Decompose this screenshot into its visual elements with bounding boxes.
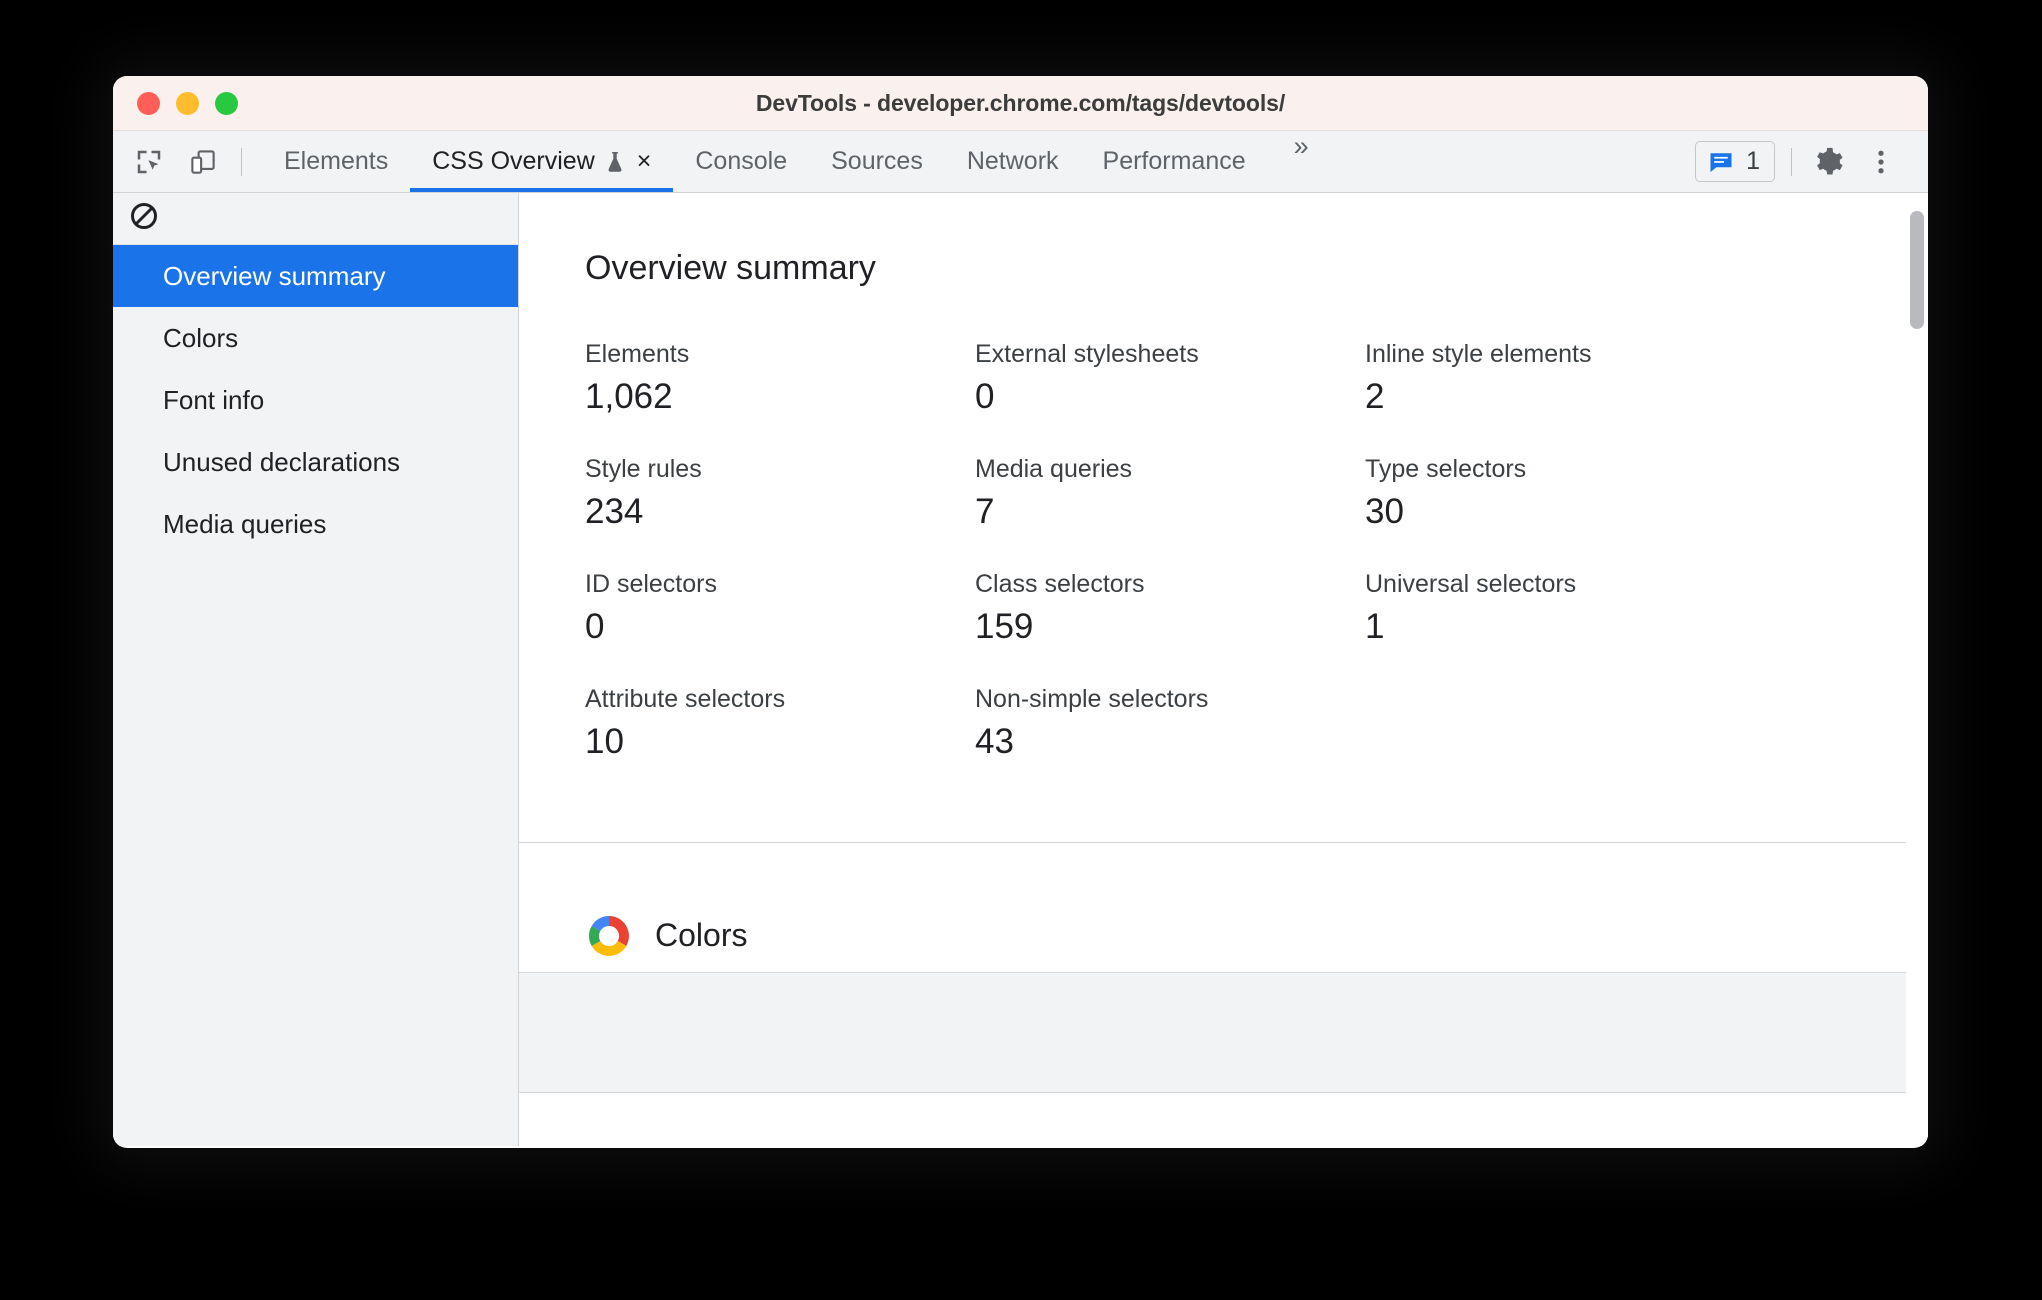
sidebar-item-label: Media queries [163, 508, 327, 539]
sidebar-item-unused-declarations[interactable]: Unused declarations [113, 431, 518, 493]
more-tabs-button[interactable]: » [1268, 131, 1332, 192]
issues-count: 1 [1746, 147, 1760, 175]
sidebar-item-label: Font info [163, 384, 265, 415]
stat-label: Style rules [585, 455, 702, 483]
tab-label: Performance [1102, 147, 1246, 175]
stat-label: Attribute selectors [585, 685, 786, 713]
sidebar-item-label: Overview summary [163, 260, 386, 291]
stat-label: Inline style elements [1365, 340, 1592, 368]
toolbar-icons [127, 131, 262, 192]
color-wheel-icon [589, 915, 629, 956]
devtools-window: DevTools - developer.chrome.com/tags/dev… [113, 76, 1928, 1148]
stat-label: ID selectors [585, 570, 717, 598]
stat-value: 7 [975, 492, 995, 531]
settings-button[interactable] [1802, 137, 1852, 187]
devtools-tabbar: Elements CSS Overview × Console Sources [113, 131, 1928, 193]
issues-badge[interactable]: 1 [1695, 141, 1775, 182]
issues-message-icon [1710, 152, 1732, 172]
sidebar-item-overview-summary[interactable]: Overview summary [113, 245, 518, 307]
tabbar-right-controls: 1 [1695, 131, 1928, 192]
tab-label: Console [695, 147, 788, 175]
scrollbar-thumb[interactable] [1910, 211, 1924, 329]
stat-value: 43 [975, 722, 1014, 761]
tab-label: Sources [831, 147, 923, 175]
stat-label: Media queries [975, 455, 1133, 483]
stat-value: 159 [975, 607, 1034, 646]
main-menu-button[interactable] [1856, 137, 1906, 187]
tab-sources[interactable]: Sources [809, 131, 945, 192]
css-overview-content: Overview summary Elements 1,062 External… [519, 193, 1928, 1146]
stat-label: Elements [585, 340, 690, 368]
overview-summary-panel: Overview summary Elements 1,062 External… [519, 193, 1928, 843]
stat-value: 30 [1365, 492, 1404, 531]
stat-class-selectors: Class selectors 159 [975, 570, 1365, 647]
stat-label: Non-simple selectors [975, 685, 1209, 713]
experiment-flask-icon [604, 150, 626, 174]
devtools-body: Overview summary Colors Font info Unused… [113, 193, 1928, 1146]
tab-elements[interactable]: Elements [262, 131, 410, 192]
sidebar-list: Overview summary Colors Font info Unused… [113, 245, 518, 555]
stat-value: 0 [975, 377, 995, 416]
stat-value: 0 [585, 607, 605, 646]
stat-style-rules: Style rules 234 [585, 455, 975, 532]
tab-label: CSS Overview [432, 147, 595, 175]
stat-value: 1,062 [585, 377, 673, 416]
stat-elements: Elements 1,062 [585, 340, 975, 417]
stat-value: 234 [585, 492, 644, 531]
stat-label: Class selectors [975, 570, 1145, 598]
next-section-placeholder [519, 973, 1928, 1093]
inspect-element-icon [137, 150, 161, 173]
stat-label: External stylesheets [975, 340, 1199, 368]
stat-attribute-selectors: Attribute selectors 10 [585, 685, 975, 762]
sidebar-item-label: Colors [163, 322, 239, 353]
close-tab-button[interactable]: × [637, 149, 652, 174]
stat-id-selectors: ID selectors 0 [585, 570, 975, 647]
tab-label: Network [966, 147, 1059, 175]
sidebar-item-label: Unused declarations [163, 446, 401, 477]
tab-network[interactable]: Network [945, 131, 1081, 192]
tab-label: Elements [284, 147, 389, 175]
gear-icon [1817, 147, 1843, 174]
tab-console[interactable]: Console [673, 131, 809, 192]
inspect-element-button[interactable] [127, 140, 171, 184]
stat-media-queries: Media queries 7 [975, 455, 1365, 532]
tabbar-divider [1791, 147, 1792, 176]
css-overview-sidebar: Overview summary Colors Font info Unused… [113, 193, 519, 1146]
window-titlebar: DevTools - developer.chrome.com/tags/dev… [113, 76, 1928, 131]
window-title: DevTools - developer.chrome.com/tags/dev… [755, 89, 1286, 116]
sidebar-item-font-info[interactable]: Font info [113, 369, 518, 431]
stat-type-selectors: Type selectors 30 [1365, 455, 1755, 532]
tab-css-overview[interactable]: CSS Overview × [410, 131, 674, 192]
colors-section-title: Colors [655, 917, 748, 953]
stat-label: Universal selectors [1365, 570, 1577, 598]
device-toolbar-icon [191, 149, 215, 174]
stat-universal-selectors: Universal selectors 1 [1365, 570, 1755, 647]
kebab-menu-icon [1878, 150, 1884, 173]
panel-tabs: Elements CSS Overview × Console Sources [262, 131, 1332, 192]
summary-stats-grid: Elements 1,062 External stylesheets 0 In… [585, 340, 1928, 762]
sidebar-item-media-queries[interactable]: Media queries [113, 493, 518, 555]
content-scrollbar[interactable] [1906, 193, 1928, 1146]
sidebar-item-colors[interactable]: Colors [113, 307, 518, 369]
sidebar-toolbar [113, 193, 518, 245]
stat-non-simple-selectors: Non-simple selectors 43 [975, 685, 1365, 762]
toolbar-divider [241, 147, 242, 176]
screen: DevTools - developer.chrome.com/tags/dev… [0, 0, 2042, 1300]
page-title: Overview summary [585, 249, 876, 287]
stat-inline-style-elements: Inline style elements 2 [1365, 340, 1755, 417]
tab-performance[interactable]: Performance [1081, 131, 1268, 192]
stat-external-stylesheets: External stylesheets 0 [975, 340, 1365, 417]
stat-value: 10 [585, 722, 624, 761]
clear-overview-button[interactable] [129, 201, 159, 236]
device-toolbar-button[interactable] [181, 140, 225, 184]
clear-overview-icon [131, 203, 157, 229]
stat-value: 1 [1365, 607, 1385, 646]
stat-value: 2 [1365, 377, 1385, 416]
stat-label: Type selectors [1365, 455, 1527, 483]
colors-section-header[interactable]: Colors [519, 843, 1928, 973]
